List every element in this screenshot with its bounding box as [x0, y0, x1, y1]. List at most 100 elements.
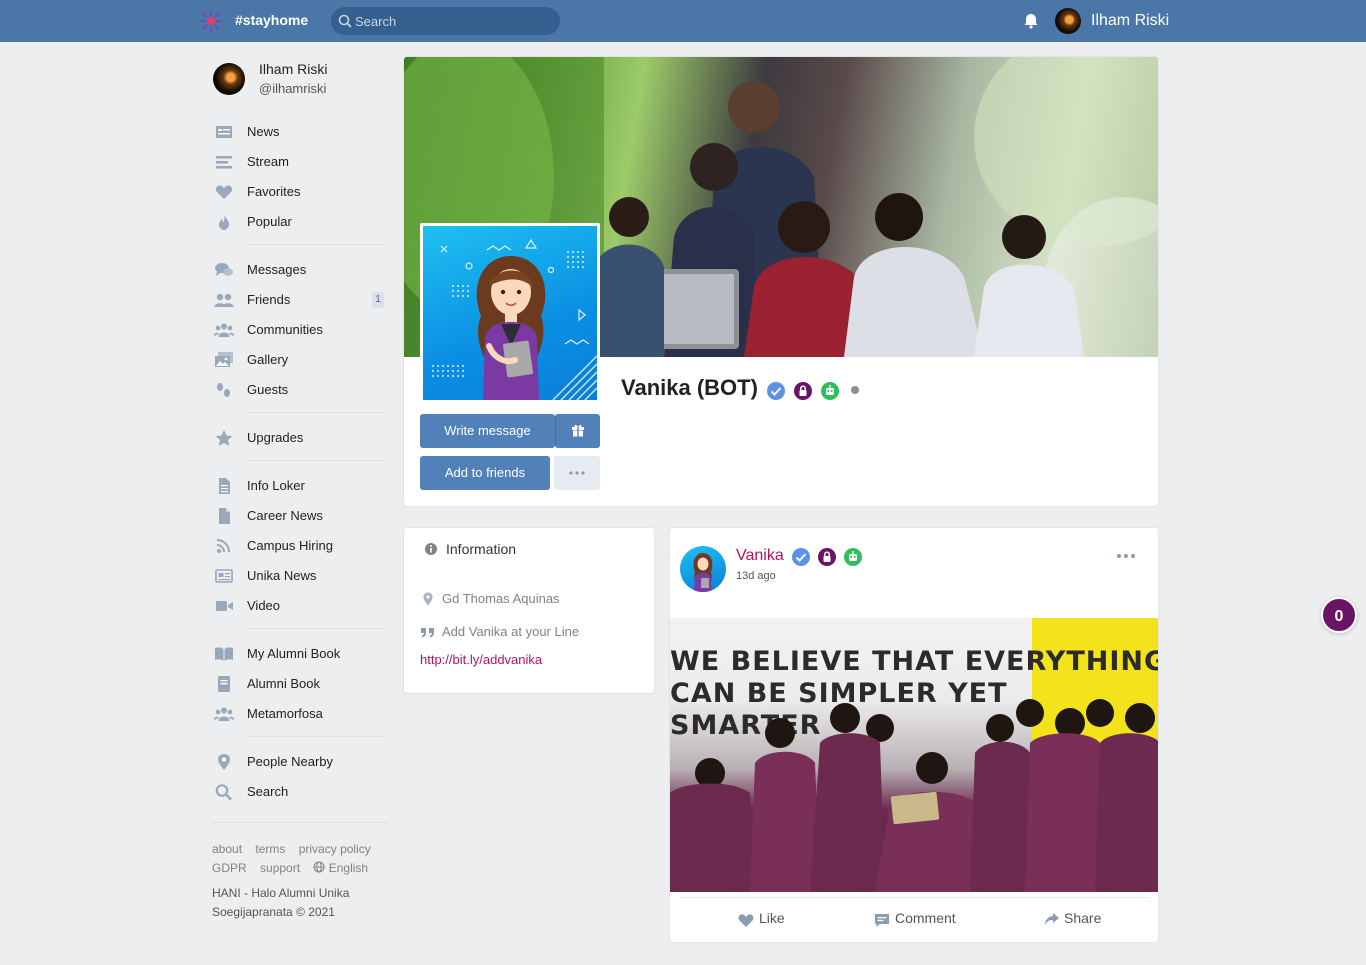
rss-icon — [216, 539, 230, 553]
info-location: Gd Thomas Aquinas — [442, 591, 560, 606]
status-dot — [851, 386, 859, 394]
profile-card: Vanika (BOT) Write message Add to friend… — [403, 56, 1159, 507]
profile-picture-art — [423, 226, 597, 400]
sidebar-item-label: Stream — [247, 154, 289, 169]
post-timestamp[interactable]: 13d ago — [736, 570, 776, 582]
vanika-avatar-illustration — [432, 238, 597, 400]
map-pin-icon — [218, 754, 230, 770]
document-icon — [219, 508, 230, 524]
sidebar-item-label: Career News — [247, 508, 323, 523]
sidebar-item-career-news[interactable]: Career News — [212, 503, 388, 529]
write-message-button[interactable]: Write message — [420, 414, 555, 448]
sidebar-item-popular[interactable]: Popular — [212, 209, 388, 235]
post-image-crowd-art — [670, 699, 1158, 892]
sidebar-item-communities[interactable]: Communities — [212, 317, 388, 343]
friends-count-badge: 1 — [372, 292, 384, 308]
verified-icon[interactable] — [766, 381, 786, 401]
star-icon — [215, 430, 233, 446]
bell-icon[interactable] — [1022, 12, 1040, 30]
sidebar-avatar[interactable] — [213, 63, 245, 95]
footer-link-support[interactable]: support — [260, 861, 300, 875]
sidebar-item-upgrades[interactable]: Upgrades — [212, 425, 388, 451]
sidebar-item-label: Search — [247, 784, 289, 799]
sidebar-item-friends[interactable]: Friends 1 — [212, 287, 388, 313]
admin-lock-icon[interactable] — [817, 547, 837, 567]
sidebar-item-video[interactable]: Video — [212, 593, 388, 619]
comment-button[interactable]: Comment — [873, 910, 973, 930]
sidebar-item-label: My Alumni Book — [247, 646, 341, 661]
post-options-icon[interactable] — [1116, 552, 1136, 560]
post-actions-divider — [680, 897, 1150, 898]
admin-lock-icon[interactable] — [793, 381, 813, 401]
sidebar-item-alumni-book[interactable]: Alumni Book — [212, 671, 388, 697]
post-author-name[interactable]: Vanika — [736, 547, 784, 565]
footer-links-row-1: about terms privacy policy — [212, 842, 381, 856]
sidebar-item-label: News — [247, 124, 280, 139]
footer-link-about[interactable]: about — [212, 842, 242, 856]
sidebar-item-search[interactable]: Search — [212, 779, 388, 805]
post-author-badges — [791, 547, 871, 567]
sidebar-item-my-alumni-book[interactable]: My Alumni Book — [212, 641, 388, 667]
line-link[interactable]: http://bit.ly/addvanika — [420, 652, 542, 667]
floating-counter-button[interactable]: 0 — [1321, 597, 1357, 633]
heart-icon — [738, 914, 754, 927]
sidebar-item-label: Unika News — [247, 568, 317, 583]
sidebar-item-messages[interactable]: Messages — [212, 257, 388, 283]
share-label: Share — [1064, 910, 1102, 926]
user-name[interactable]: Ilham Riski — [1091, 12, 1169, 30]
sidebar-item-unika-news[interactable]: Unika News — [212, 563, 388, 589]
video-icon — [216, 601, 233, 611]
quote-icon — [421, 628, 434, 638]
sidebar-item-stream[interactable]: Stream — [212, 149, 388, 175]
sidebar-item-guests[interactable]: Guests — [212, 377, 388, 403]
information-card: Information Gd Thomas Aquinas Add Vanika… — [403, 527, 655, 694]
post-avatar-illustration — [693, 553, 713, 592]
sidebar-divider — [247, 244, 385, 245]
send-gift-button[interactable] — [555, 414, 600, 448]
brand-title[interactable]: #stayhome — [235, 12, 308, 28]
user-avatar[interactable] — [1055, 8, 1081, 34]
like-button[interactable]: Like — [737, 910, 817, 930]
bot-icon[interactable] — [820, 381, 840, 401]
sidebar-item-campus-hiring[interactable]: Campus Hiring — [212, 533, 388, 559]
sidebar-item-favorites[interactable]: Favorites — [212, 179, 388, 205]
sidebar-divider — [247, 412, 385, 413]
sidebar-profile-name[interactable]: Ilham Riski — [259, 61, 327, 77]
newspaper-icon — [215, 569, 233, 583]
post-card: Vanika 13d ago WE BELIEVE THAT EVERYTHIN… — [669, 527, 1159, 943]
document-icon — [219, 478, 230, 494]
heart-icon — [215, 185, 233, 199]
sidebar-item-metamorfosa[interactable]: Metamorfosa — [212, 701, 388, 727]
search-box[interactable] — [331, 7, 560, 35]
logo-icon[interactable] — [199, 9, 223, 33]
sidebar-item-label: Guests — [247, 382, 289, 397]
sidebar-divider — [247, 628, 385, 629]
sidebar-item-label: Info Loker — [247, 478, 305, 493]
verified-icon[interactable] — [791, 547, 811, 567]
post-author-avatar[interactable] — [680, 546, 726, 592]
sidebar-item-label: Metamorfosa — [247, 706, 323, 721]
sidebar-item-people-nearby[interactable]: People Nearby — [212, 749, 388, 775]
sidebar-item-label: Campus Hiring — [247, 538, 333, 553]
profile-picture[interactable] — [420, 223, 600, 403]
footer-link-gdpr[interactable]: GDPR — [212, 861, 247, 875]
sidebar-item-label: Favorites — [247, 184, 301, 199]
more-actions-button[interactable] — [554, 456, 600, 490]
search-input[interactable] — [355, 7, 555, 35]
book-icon — [218, 676, 230, 692]
language-selector[interactable]: English — [329, 861, 368, 875]
sidebar-item-label: Alumni Book — [247, 676, 320, 691]
sidebar-item-gallery[interactable]: Gallery — [212, 347, 388, 373]
footer-link-terms[interactable]: terms — [255, 842, 285, 856]
share-button[interactable]: Share — [1042, 910, 1122, 930]
globe-icon — [313, 861, 325, 873]
add-to-friends-button[interactable]: Add to friends — [420, 456, 550, 490]
stream-icon — [216, 156, 232, 169]
sidebar-item-info-loker[interactable]: Info Loker — [212, 473, 388, 499]
guests-icon — [217, 383, 230, 397]
footer-link-privacy[interactable]: privacy policy — [299, 842, 371, 856]
bot-icon[interactable] — [843, 547, 863, 567]
post-image[interactable]: WE BELIEVE THAT EVERYTHING CAN BE SIMPLE… — [670, 618, 1158, 892]
fire-icon — [219, 214, 229, 230]
sidebar-item-news[interactable]: News — [212, 119, 388, 145]
